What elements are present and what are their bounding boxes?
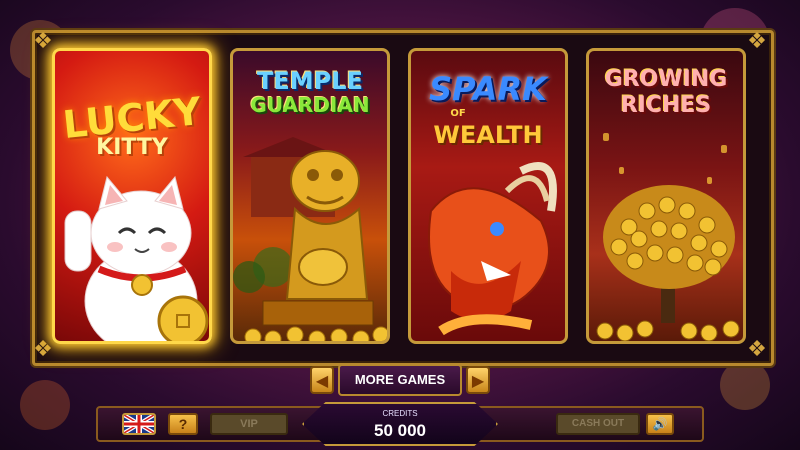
temple-icon [233,137,387,341]
next-page-button[interactable]: ▶ [466,366,490,394]
language-button[interactable] [122,413,156,435]
help-button[interactable]: ? [168,413,198,435]
credits-value: 50 000 [374,421,426,440]
bokeh-light [20,380,70,430]
game-title-temple: TEMPLE [257,67,363,95]
ornament-corner-icon: ❖ [747,336,767,361]
credits-label: CREDITS [382,409,418,418]
game-title-kitty: KITTY [96,135,168,160]
game-tile-growing-riches[interactable]: GROWING RICHES [586,48,746,344]
game-title-spark: SPARK [429,70,547,108]
game-title-wealth: WEALTH [433,121,543,149]
game-title-guardian: GUARDIAN [250,93,370,117]
ornament-corner-icon: ❖ [747,28,767,53]
money-tree-icon [596,133,740,341]
chevron-right-icon: ▶ [471,373,485,390]
vip-button[interactable]: VIP [210,413,288,435]
game-tile-temple-guardian[interactable]: TEMPLE GUARDIAN [230,48,390,344]
game-tile-spark-of-wealth[interactable]: SPARK OF WEALTH [408,48,568,344]
game-title-riches: RICHES [620,93,712,118]
cash-out-button[interactable]: CASH OUT [556,413,640,435]
bokeh-light [720,360,770,410]
game-title-growing: GROWING [604,67,728,92]
game-tile-lucky-kitty[interactable]: LUCKY KITTY [52,48,212,344]
previous-page-button[interactable]: ◀ [310,366,334,394]
uk-flag-icon [124,415,154,433]
speaker-icon: 🔊 [652,417,668,431]
more-games-button[interactable]: MORE GAMES [338,364,462,396]
game-title-of: OF [450,108,466,119]
chevron-left-icon: ◀ [315,373,329,390]
credits-display: CREDITS 50 000 [302,402,498,446]
sound-toggle-button[interactable]: 🔊 [646,413,674,435]
ornament-corner-icon: ❖ [33,28,53,53]
dragon-icon [428,162,557,336]
lucky-cat-icon [64,175,209,341]
